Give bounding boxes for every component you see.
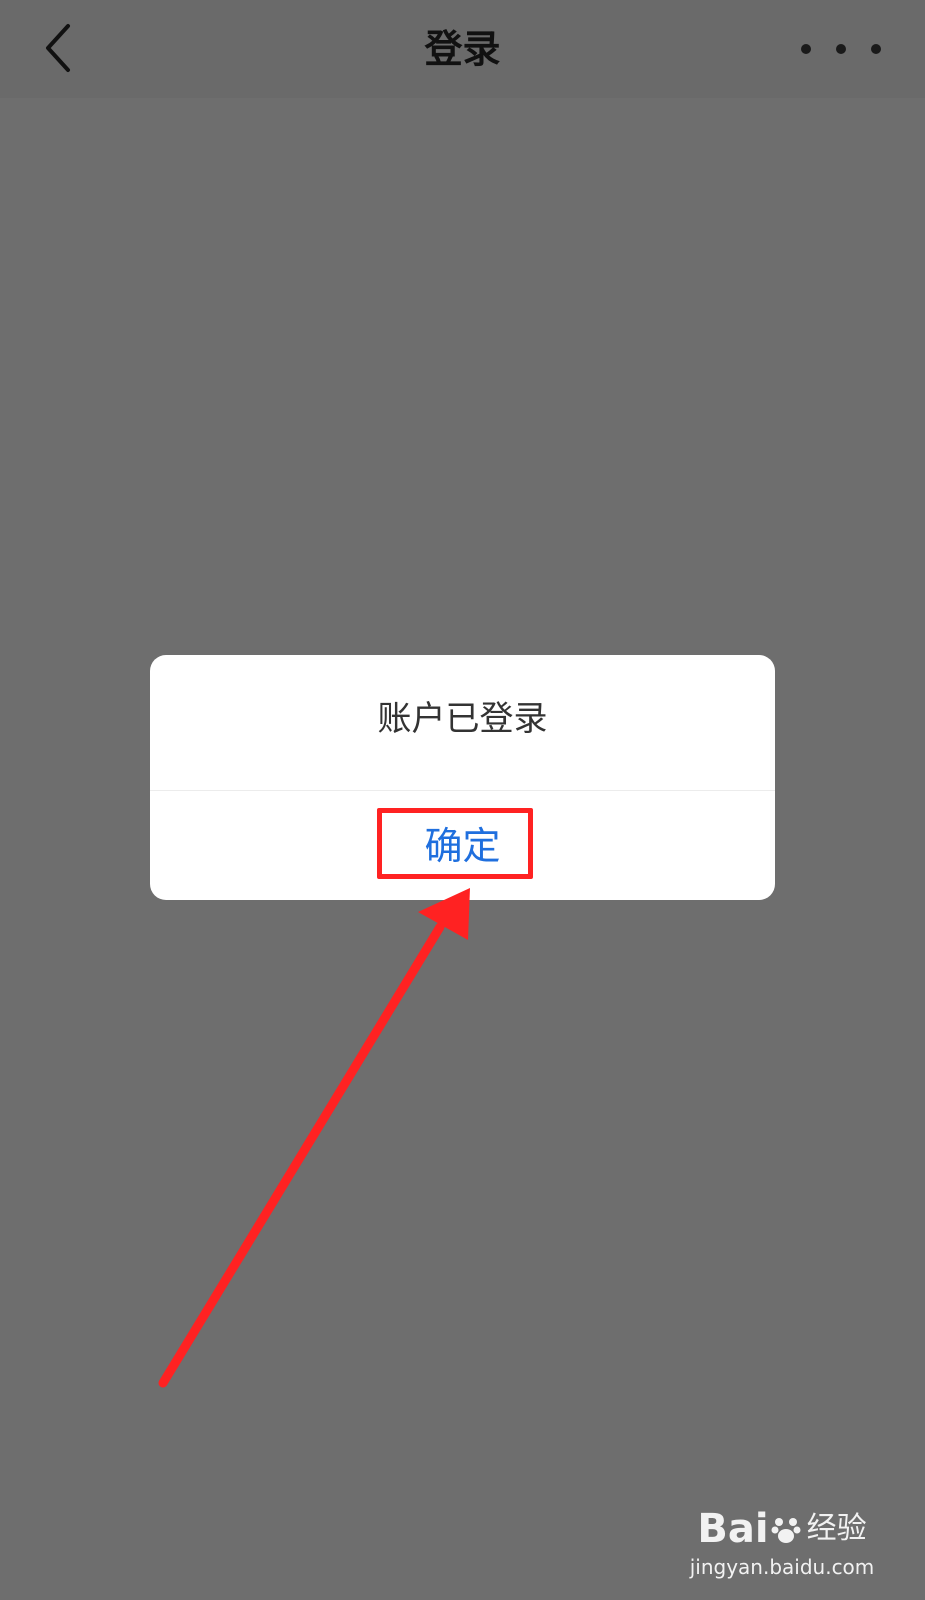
baidu-paw-icon <box>771 1518 801 1543</box>
confirm-button[interactable]: 确定 <box>150 791 775 900</box>
nav-bar: 登录 <box>0 0 925 98</box>
watermark-url: jingyan.baidu.com <box>689 1555 875 1579</box>
more-horizontal-icon <box>801 44 811 54</box>
more-horizontal-icon-dot <box>871 44 881 54</box>
baidu-jingyan-watermark: Bai 经验 jingyan.baidu.com <box>687 1506 877 1580</box>
more-button[interactable] <box>801 30 881 68</box>
dialog-message: 账户已登录 <box>377 699 548 739</box>
page-title: 登录 <box>424 27 501 71</box>
more-horizontal-icon-dot <box>836 44 846 54</box>
watermark-logo: Bai 经验 <box>687 1506 877 1552</box>
watermark-logo-prefix: Bai <box>697 1506 769 1552</box>
confirm-button-label: 确定 <box>424 823 501 868</box>
alert-dialog: 账户已登录 确定 <box>150 655 775 900</box>
watermark-logo-suffix: 经验 <box>806 1511 867 1546</box>
